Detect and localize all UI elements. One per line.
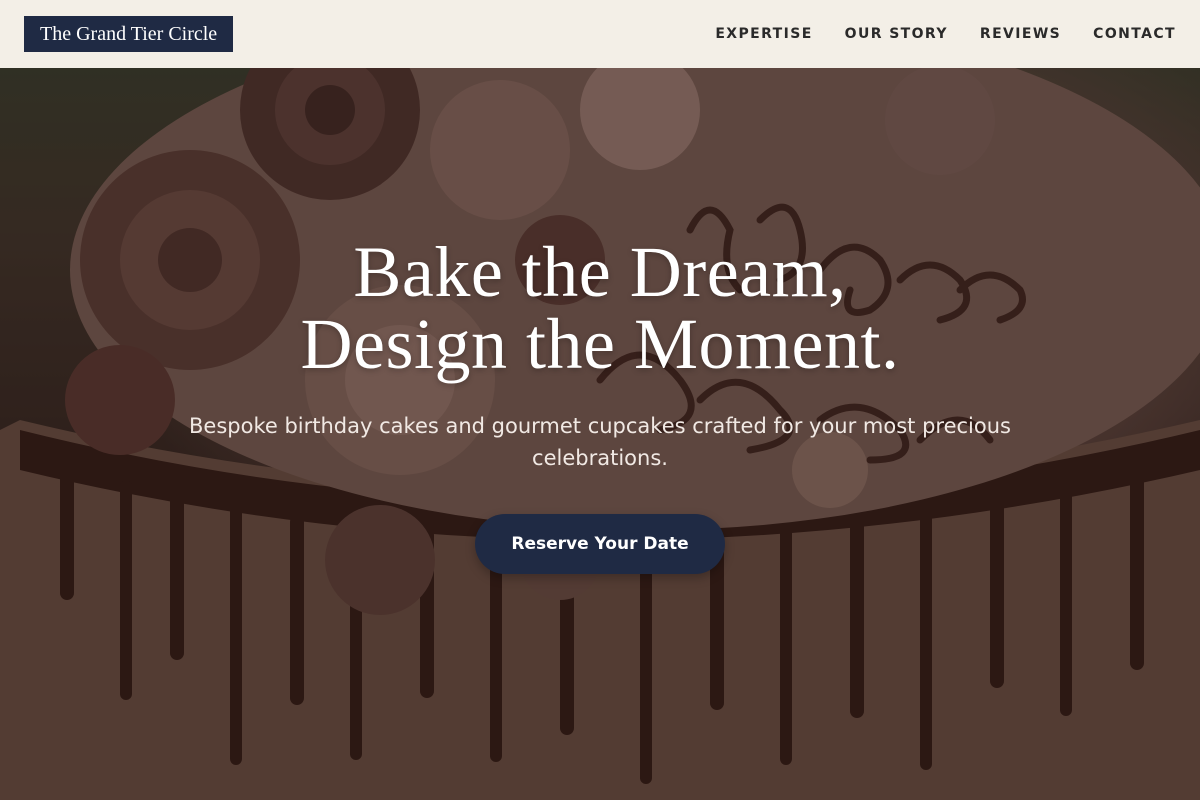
nav-link-expertise[interactable]: EXPERTISE (715, 26, 812, 42)
nav-link-contact[interactable]: CONTACT (1093, 26, 1176, 42)
hero-title-line-1: Bake the Dream, (353, 232, 847, 312)
brand-logo[interactable]: The Grand Tier Circle (24, 16, 234, 52)
main-nav: EXPERTISE OUR STORY REVIEWS CONTACT (715, 26, 1176, 42)
top-navbar: The Grand Tier Circle EXPERTISE OUR STOR… (0, 0, 1200, 68)
nav-link-our-story[interactable]: OUR STORY (845, 26, 948, 42)
hero-section: Bake the Dream, Design the Moment. Bespo… (0, 236, 1200, 574)
nav-link-reviews[interactable]: REVIEWS (980, 26, 1061, 42)
reserve-date-button[interactable]: Reserve Your Date (475, 514, 725, 574)
hero-title-line-2: Design the Moment. (300, 304, 900, 384)
hero-title: Bake the Dream, Design the Moment. (0, 236, 1200, 380)
hero-subtitle: Bespoke birthday cakes and gourmet cupca… (189, 414, 1011, 470)
